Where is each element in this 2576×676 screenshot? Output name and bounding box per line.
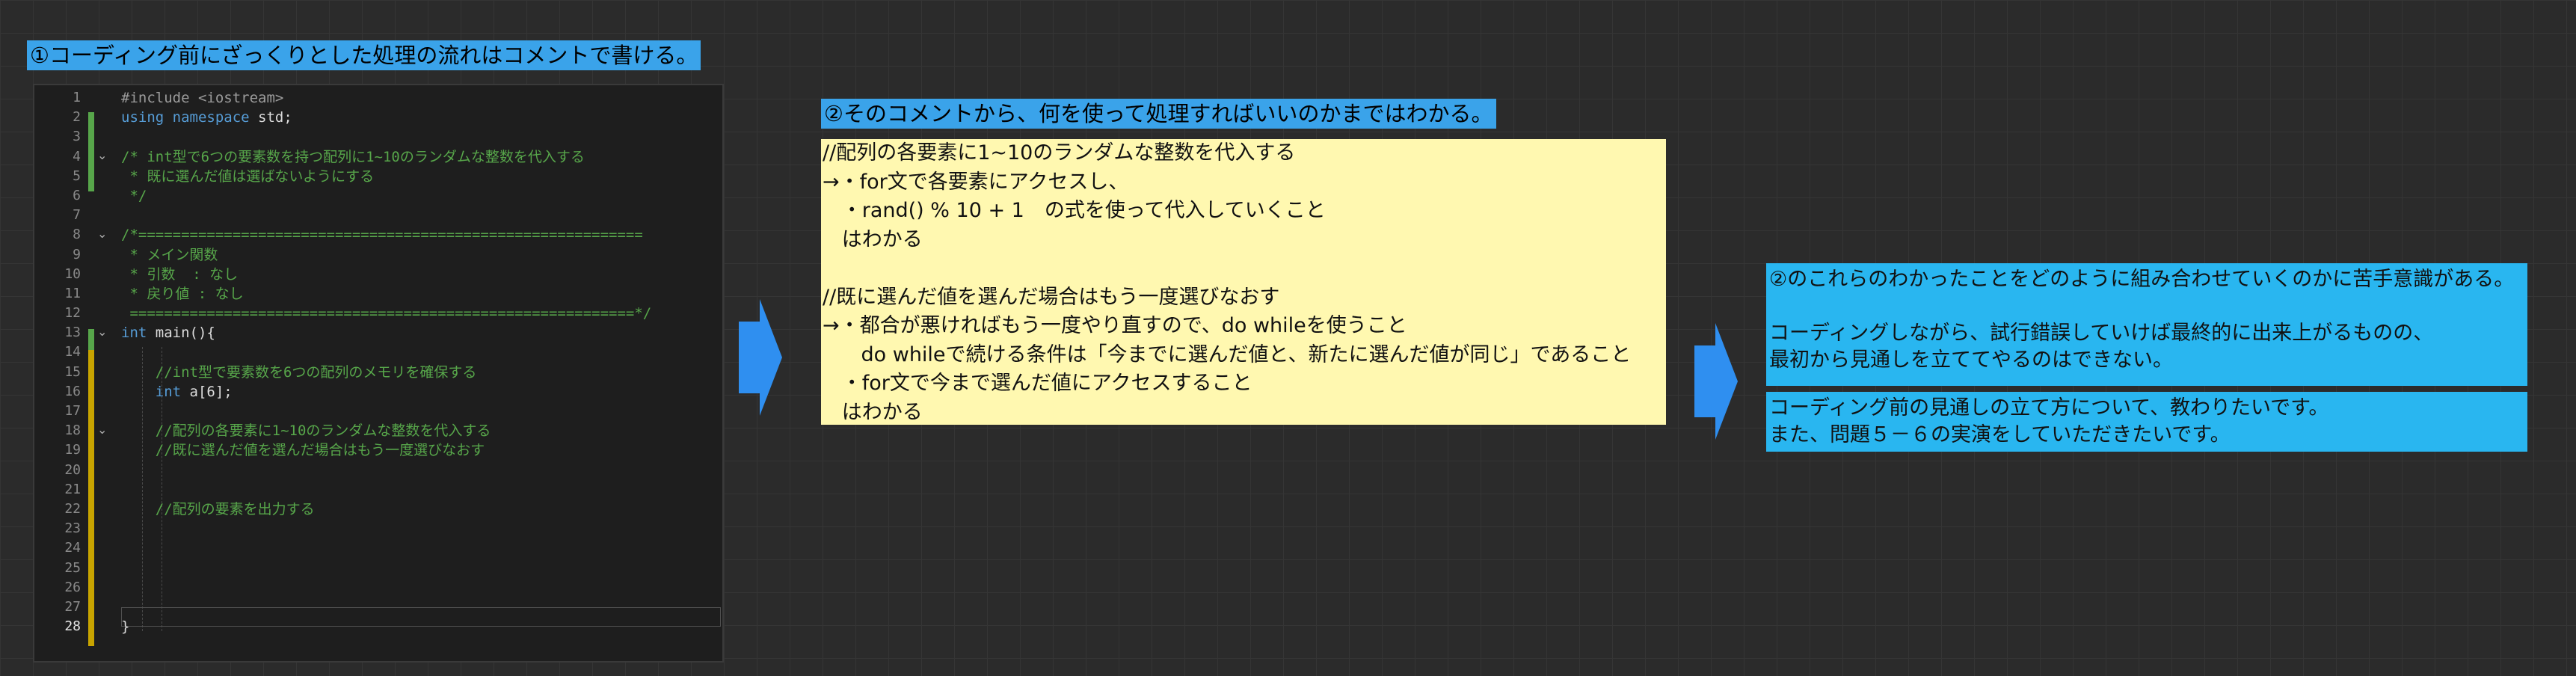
code-comment: * 引数 : なし	[121, 265, 239, 283]
line-number: 27	[64, 598, 81, 615]
note-line: ・for文で今まで選んだ値にアクセスすること	[823, 372, 1252, 395]
saved-change-marker	[88, 112, 94, 191]
line-number: 14	[64, 344, 81, 360]
box-line: ②のこれらのわかったことをどのように組み合わせていくのかに苦手意識がある。	[1769, 268, 2515, 291]
line-number: 12	[64, 305, 81, 322]
note-line: //配列の各要素に1~10のランダムな整数を代入する	[823, 141, 1296, 165]
line-number: 24	[64, 540, 81, 556]
sticky-note: //配列の各要素に1~10のランダムな整数を代入する →・for文で各要素にアク…	[821, 139, 1666, 425]
note-line: →・for文で各要素にアクセスし、	[823, 170, 1129, 194]
right-arrow-icon	[1694, 323, 1738, 440]
line-number: 18	[64, 423, 81, 439]
note-line: do whileで続ける条件は「今までに選んだ値と、新たに選んだ値が同じ」である…	[823, 342, 1632, 366]
note-line	[821, 254, 1666, 283]
unsaved-change-marker	[88, 350, 94, 646]
fold-chevron-icon[interactable]: ⌄	[97, 325, 107, 339]
code-line: using namespace std;	[121, 108, 722, 127]
line-number: 10	[64, 265, 81, 282]
box-line: また、問題５－６の実演をしていただきたいです。	[1769, 423, 2231, 446]
line-number-gutter: 1 2 3 4 5 6 7 8 9 10 11 12 13 14 15 16 1…	[34, 88, 81, 636]
line-number-current: 28	[64, 618, 81, 635]
note-line: はわかる	[823, 400, 923, 424]
line-number: 20	[64, 461, 81, 478]
code-line: #include <iostream>	[121, 90, 284, 106]
right-arrow-icon	[739, 299, 782, 416]
code-editor[interactable]: 1 2 3 4 5 6 7 8 9 10 11 12 13 14 15 16 1…	[33, 84, 724, 663]
code-comment: /*======================================…	[121, 227, 643, 244]
line-number: 21	[64, 481, 81, 497]
code-text: a[6];	[181, 383, 233, 400]
code-comment: * 戻り値 : なし	[121, 285, 244, 302]
line-number: 22	[64, 500, 81, 517]
code-comment: //配列の各要素に1~10のランダムな整数を代入する	[121, 423, 491, 440]
keyword: using namespace	[121, 109, 250, 126]
line-number: 23	[64, 520, 81, 537]
line-number: 7	[73, 207, 81, 224]
line-number: 6	[73, 187, 81, 203]
code-comment: //配列の要素を出力する	[121, 500, 315, 517]
line-number: 26	[64, 579, 81, 595]
code-comment: //既に選んだ値を選んだ場合はもう一度選びなおす	[121, 442, 485, 459]
request-box: コーディング前の見通しの立て方について、教わりたいです。 また、問題５－６の実演…	[1766, 392, 2527, 452]
code-line: int main(){	[121, 323, 722, 342]
line-number: 16	[64, 383, 81, 399]
note-line: →・都合が悪ければもう一度やり直すので、do whileを使うこと	[823, 314, 1407, 337]
fold-chevron-icon[interactable]: ⌄	[97, 227, 107, 241]
line-number: 1	[73, 90, 81, 105]
code-line: int a[6];	[121, 382, 722, 402]
code-comment: */	[121, 187, 147, 204]
line-number: 17	[64, 403, 81, 419]
fold-chevron-icon[interactable]: ⌄	[97, 423, 107, 437]
box-line: コーディング前の見通しの立て方について、教わりたいです。	[1769, 396, 2329, 420]
note-line: ・rand() % 10 + 1 の式を使って代入していくこと	[823, 199, 1326, 222]
code-line-current: }	[121, 618, 130, 636]
line-number: 19	[64, 442, 81, 458]
code-comment: /* int型で6つの要素数を持つ配列に1~10のランダムな整数を代入する	[121, 148, 585, 165]
code-comment: * メイン関数	[121, 246, 218, 263]
line-number: 9	[73, 246, 81, 262]
saved-change-marker	[88, 329, 94, 350]
heading-label-2: ②そのコメントから、何を使って処理すればいいのかまではわかる。	[821, 99, 1496, 129]
code-comment: ========================================…	[121, 305, 652, 322]
keyword: int	[121, 325, 147, 342]
line-number: 13	[64, 325, 81, 341]
code-text: std;	[249, 109, 292, 126]
box-line	[1769, 293, 2524, 320]
code-comment: * 既に選んだ値は選ばないようにする	[121, 168, 375, 185]
concern-box: ②のこれらのわかったことをどのように組み合わせていくのかに苦手意識がある。 コー…	[1766, 263, 2527, 386]
heading-label-1: ①コーディング前にざっくりとした処理の流れはコメントで書ける。	[27, 40, 701, 70]
code-comment: //int型で要素数を6つの配列のメモリを確保する	[121, 363, 477, 381]
line-number: 4	[73, 148, 81, 165]
fold-chevron-icon[interactable]: ⌄	[97, 148, 107, 162]
box-line: コーディングしながら、試行錯誤していけば最終的に出来上がるものの、	[1769, 322, 2434, 345]
keyword: int	[121, 383, 182, 400]
line-number: 15	[64, 363, 81, 380]
line-number: 11	[64, 285, 81, 301]
note-line: はわかる	[823, 227, 923, 251]
line-number: 25	[64, 559, 81, 576]
line-number: 2	[73, 109, 81, 126]
note-line: //既に選んだ値を選んだ場合はもう一度選びなおす	[823, 285, 1280, 309]
line-number: 3	[73, 129, 81, 145]
code-area[interactable]: #include <iostream> using namespace std;…	[121, 88, 722, 636]
code-text: main(){	[147, 325, 215, 342]
box-line: 最初から見通しを立ててやるのはできない。	[1769, 348, 2173, 372]
line-number: 5	[73, 168, 81, 184]
line-number: 8	[73, 227, 81, 243]
